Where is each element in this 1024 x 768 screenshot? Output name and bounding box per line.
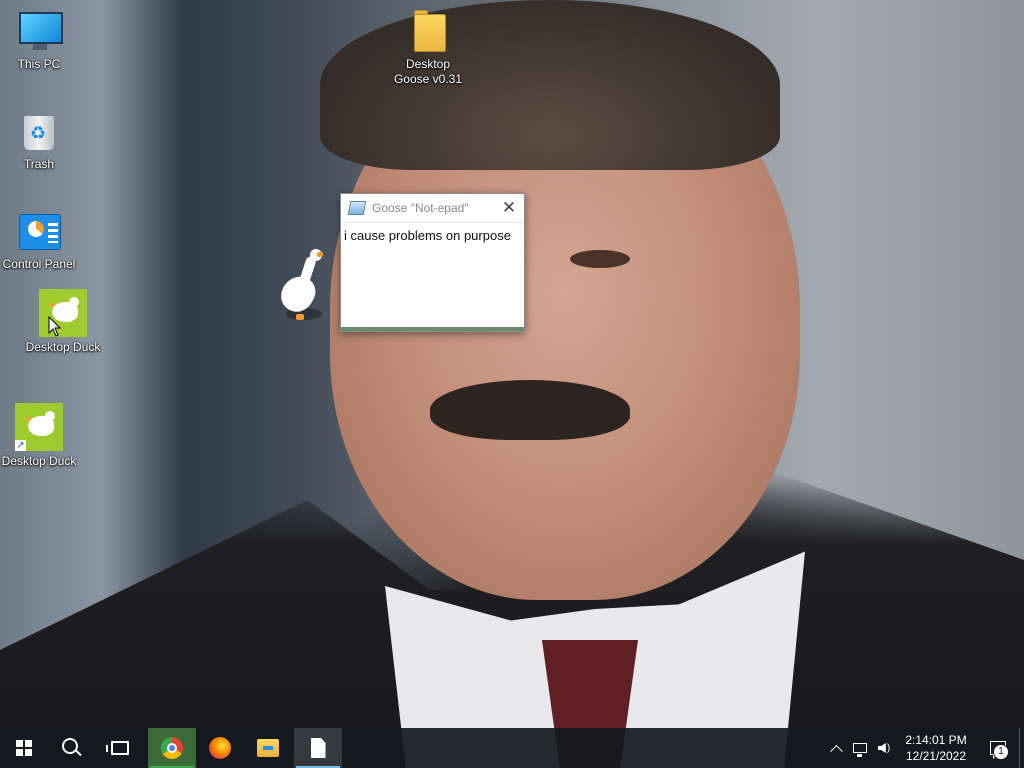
notification-count-badge: 1 <box>993 744 1009 760</box>
duck-shortcut-icon: ↗ <box>15 403 63 451</box>
action-center-button[interactable]: 1 <box>978 728 1018 768</box>
desktop-icon-trash[interactable]: ♻ Trash <box>0 110 78 172</box>
taskbar-file-explorer-button[interactable] <box>244 728 292 768</box>
duck-icon <box>39 289 87 337</box>
desktop-icon-label: Desktop Goose v0.31 <box>393 57 463 86</box>
start-button[interactable] <box>0 728 48 768</box>
desktop-icon-label: Control Panel <box>2 257 76 271</box>
wallpaper-eye <box>570 250 630 268</box>
document-icon <box>310 738 326 758</box>
clock-time: 2:14:01 PM <box>905 733 967 747</box>
chevron-up-icon <box>829 744 843 758</box>
desktop-icon-label: Trash <box>23 157 55 171</box>
goose-sprite[interactable] <box>275 246 324 326</box>
window-title: Goose "Not-epad" <box>372 201 469 215</box>
taskbar-chrome-button[interactable] <box>148 728 196 768</box>
recycle-bin-icon: ♻ <box>15 110 63 154</box>
speaker-icon <box>877 743 886 753</box>
desktop[interactable]: This PC ♻ Trash Control Panel Desktop Go… <box>0 0 1024 768</box>
notepad-app-icon <box>347 201 367 215</box>
task-view-button[interactable] <box>96 728 144 768</box>
clock[interactable]: 2:14:01 PM 12/21/2022 <box>900 732 972 764</box>
chrome-icon <box>161 737 183 759</box>
taskbar: ) 2:14:01 PM 12/21/2022 1 <box>0 728 1024 768</box>
desktop-icon-label: Desktop Duck <box>25 340 101 354</box>
windows-logo-icon <box>16 740 32 756</box>
desktop-icon-control-panel[interactable]: Control Panel <box>0 210 78 272</box>
folder-icon <box>404 10 452 54</box>
taskbar-notepad-button[interactable] <box>294 728 342 768</box>
task-view-icon <box>106 741 129 755</box>
goose-feet <box>296 314 304 320</box>
system-tray: ) 2:14:01 PM 12/21/2022 1 <box>824 728 1024 768</box>
search-button[interactable] <box>48 728 96 768</box>
goose-beak <box>317 252 323 257</box>
shortcut-arrow-icon: ↗ <box>15 440 26 451</box>
control-panel-icon <box>15 210 63 254</box>
monitor-icon <box>15 10 63 54</box>
firefox-icon <box>209 737 231 759</box>
desktop-icon-label: This PC <box>17 57 61 71</box>
close-icon[interactable]: ✕ <box>494 194 524 222</box>
network-icon <box>853 743 867 757</box>
show-desktop-button[interactable] <box>1018 728 1024 768</box>
notepad-text-area[interactable]: i cause problems on purpose <box>342 222 523 326</box>
taskbar-firefox-button[interactable] <box>196 728 244 768</box>
desktop-icon-desktop-duck[interactable]: Desktop Duck <box>24 289 102 355</box>
folder-icon <box>257 739 279 757</box>
volume-waves-icon: ) <box>886 742 891 754</box>
clock-date: 12/21/2022 <box>905 749 967 763</box>
desktop-icon-desktop-goose[interactable]: Desktop Goose v0.31 <box>389 10 467 87</box>
window-bottom-edge <box>341 327 524 331</box>
desktop-icon-label: Desktop Duck <box>1 454 77 468</box>
desktop-icon-desktop-duck-shortcut[interactable]: ↗ Desktop Duck <box>0 403 78 469</box>
show-hidden-icons-button[interactable] <box>824 728 848 768</box>
volume-button[interactable]: ) <box>872 728 896 768</box>
window-titlebar[interactable]: Goose "Not-epad" ✕ <box>341 194 524 222</box>
desktop-icon-this-pc[interactable]: This PC <box>0 10 78 72</box>
wallpaper-mustache <box>430 380 630 440</box>
mouse-cursor-icon <box>48 316 62 337</box>
network-button[interactable] <box>848 728 872 768</box>
search-icon <box>62 738 78 754</box>
notepad-window[interactable]: Goose "Not-epad" ✕ i cause problems on p… <box>340 193 525 332</box>
